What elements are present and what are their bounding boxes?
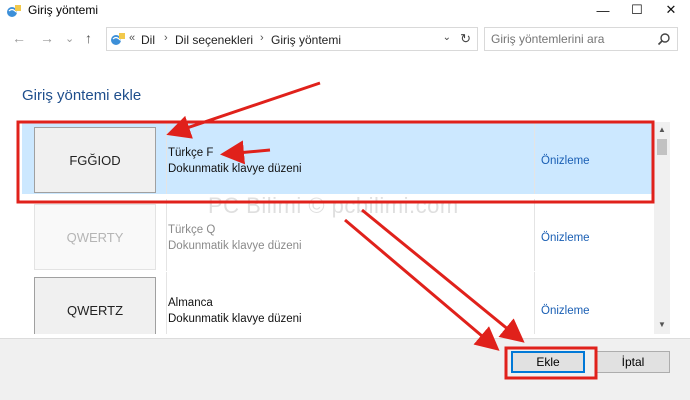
search-icon[interactable]	[657, 32, 671, 46]
control-panel-icon	[111, 33, 125, 45]
method-description: Dokunmatik klavye düzeni	[168, 313, 302, 325]
recent-locations-button[interactable]: ⌄	[65, 32, 74, 45]
divider	[166, 199, 167, 271]
breadcrumb-giris-yontemi[interactable]: Giriş yöntemi	[271, 33, 341, 47]
preview-link[interactable]: Önizleme	[541, 232, 590, 244]
method-description: Dokunmatik klavye düzeni	[168, 163, 302, 175]
vertical-scrollbar[interactable]: ▲ ▼	[654, 122, 670, 334]
breadcrumb-separator[interactable]: ›	[260, 32, 264, 44]
divider	[166, 272, 167, 334]
method-name: Almanca	[168, 297, 213, 309]
input-method-icon	[7, 5, 21, 17]
method-name: Türkçe F	[168, 147, 214, 159]
navigation-bar: ← → ⌄ ↑ « Dil › Dil seçenekleri › Giriş …	[0, 24, 690, 54]
method-name: Türkçe Q	[168, 224, 216, 236]
cancel-button[interactable]: İptal	[596, 351, 670, 373]
window-title: Giriş yöntemi	[28, 3, 99, 17]
forward-button[interactable]: →	[40, 30, 54, 46]
address-bar[interactable]: « Dil › Dil seçenekleri › Giriş yöntemi …	[106, 27, 478, 51]
breadcrumb-dil[interactable]: Dil	[141, 33, 155, 47]
list-item-almanca[interactable]: QWERTZ Almanca Dokunmatik klavye düzeni …	[22, 272, 654, 334]
list-item-turkce-f[interactable]: FGĞIOD Türkçe F Dokunmatik klavye düzeni…	[22, 122, 654, 194]
divider	[534, 122, 535, 194]
list-item-turkce-q[interactable]: QWERTY Türkçe Q Dokunmatik klavye düzeni…	[22, 199, 654, 271]
refresh-icon[interactable]: ↻	[460, 31, 471, 47]
scroll-down-icon[interactable]: ▼	[658, 320, 666, 329]
keyboard-preview-tile: FGĞIOD	[34, 127, 156, 193]
breadcrumb-separator[interactable]: ›	[164, 32, 168, 44]
close-button[interactable]: ✕	[654, 0, 688, 20]
keyboard-preview-tile: QWERTY	[34, 204, 156, 270]
search-box[interactable]	[484, 27, 678, 51]
breadcrumb-overflow[interactable]: «	[129, 32, 135, 44]
search-input[interactable]	[491, 31, 651, 47]
up-button[interactable]: ↑	[85, 30, 92, 46]
divider	[534, 272, 535, 334]
scroll-up-icon[interactable]: ▲	[658, 125, 666, 134]
scrollbar-thumb[interactable]	[657, 139, 667, 155]
preview-link[interactable]: Önizleme	[541, 305, 590, 317]
page-title: Giriş yöntemi ekle	[22, 87, 142, 104]
divider	[534, 199, 535, 271]
breadcrumb-dil-secenekleri[interactable]: Dil seçenekleri	[175, 33, 253, 47]
maximize-button[interactable]: ☐	[620, 0, 654, 20]
method-description: Dokunmatik klavye düzeni	[168, 240, 302, 252]
title-bar: Giriş yöntemi — ☐ ✕	[0, 0, 690, 20]
address-dropdown-icon[interactable]: ⌄	[443, 32, 451, 43]
divider	[166, 122, 167, 194]
dialog-footer: Ekle İptal	[0, 338, 690, 400]
minimize-button[interactable]: —	[586, 0, 620, 20]
input-method-list: FGĞIOD Türkçe F Dokunmatik klavye düzeni…	[22, 122, 670, 334]
add-button[interactable]: Ekle	[511, 351, 585, 373]
back-button[interactable]: ←	[12, 30, 26, 46]
preview-link[interactable]: Önizleme	[541, 155, 590, 167]
keyboard-preview-tile: QWERTZ	[34, 277, 156, 334]
